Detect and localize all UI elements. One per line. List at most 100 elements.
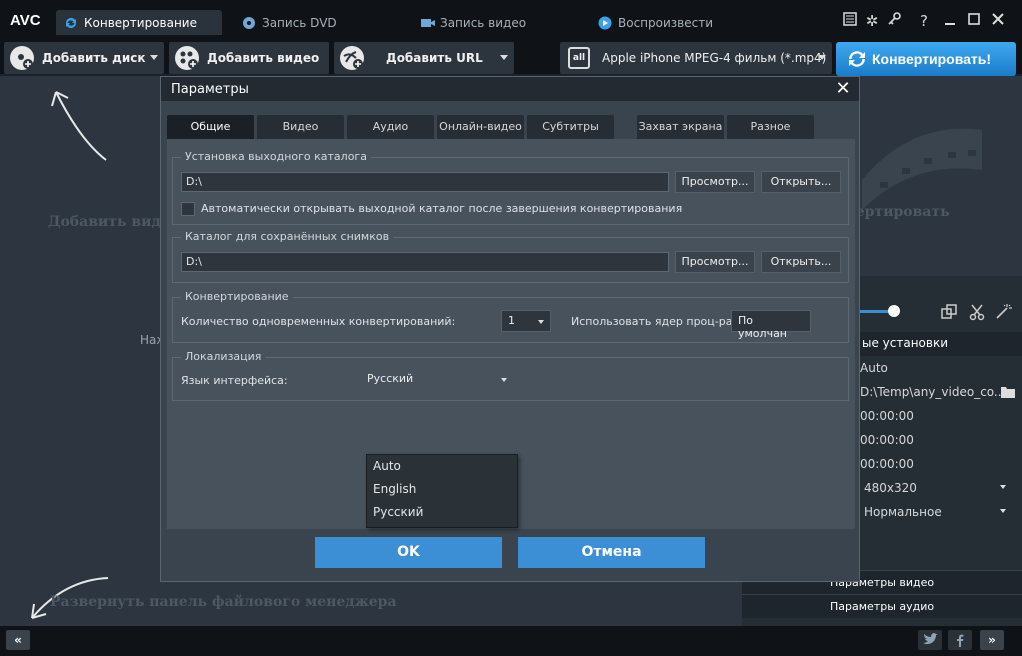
simultaneous-label: Количество одновременных конвертирований… <box>181 315 456 328</box>
snapshots-open-button[interactable]: Открыть... <box>761 251 841 273</box>
magic-wand-icon[interactable] <box>994 303 1012 321</box>
tab-video[interactable]: Видео <box>257 115 344 139</box>
tab-audio[interactable]: Аудио <box>347 115 434 139</box>
snapshots-dir-input[interactable]: D:\ <box>181 252 669 272</box>
facebook-icon[interactable] <box>948 630 972 650</box>
output-dir-input[interactable]: D:\ <box>181 172 669 192</box>
audio-params-section[interactable]: Параметры аудио <box>742 594 1022 618</box>
language-dropdown: Auto English Русский <box>366 454 518 528</box>
chevron-down-icon[interactable] <box>500 55 508 60</box>
settings-dialog: Параметры ✕ Общие Видео Аудио Онлайн-вид… <box>160 76 860 582</box>
cores-value: По умолчан <box>738 314 788 340</box>
settings-value: 480x320 <box>864 481 917 495</box>
maximize-icon[interactable] <box>964 11 984 31</box>
output-dir-group: Установка выходного каталога D:\ Просмот… <box>172 150 849 225</box>
convert-tab-icon <box>64 16 78 30</box>
language-option-auto[interactable]: Auto <box>367 455 517 478</box>
key-icon[interactable] <box>884 11 904 31</box>
language-option-english[interactable]: English <box>367 478 517 501</box>
language-label: Язык интерфейса: <box>181 374 288 387</box>
chevron-down-icon[interactable] <box>150 55 158 60</box>
profile-all-icon: all <box>568 47 590 69</box>
close-icon[interactable] <box>988 11 1008 31</box>
help-button[interactable]: ? <box>914 11 934 31</box>
tab-play[interactable]: Воспроизвести <box>590 10 760 35</box>
profile-label: Apple iPhone MPEG-4 фильм (*.mp4) <box>602 51 827 65</box>
settings-value: 00:00:00 <box>860 409 914 423</box>
copy-icon[interactable] <box>940 303 958 321</box>
conversion-title: Конвертирование <box>181 290 293 303</box>
chevron-down-icon <box>538 320 544 324</box>
scissors-icon[interactable] <box>968 303 986 321</box>
tab-dvd-burn[interactable]: Запись DVD <box>234 10 404 35</box>
add-video-button[interactable]: Добавить видео <box>169 42 329 74</box>
minimize-icon[interactable] <box>940 11 960 31</box>
play-icon <box>598 16 612 30</box>
cores-label: Использовать ядер проц-ра <box>571 315 733 328</box>
add-disc-button[interactable]: Добавить диск <box>4 42 164 74</box>
output-dir-title: Установка выходного каталога <box>181 150 371 163</box>
settings-value: 00:00:00 <box>860 433 914 447</box>
localization-group: Локализация Язык интерфейса: Русский <box>172 350 849 401</box>
chevron-down-icon[interactable] <box>1000 509 1006 513</box>
simultaneous-select[interactable]: 1 <box>501 310 551 332</box>
localization-title: Локализация <box>181 350 266 363</box>
add-url-icon <box>340 46 364 70</box>
profile-select[interactable]: all Apple iPhone MPEG-4 фильм (*.mp4) <box>560 42 832 74</box>
dialog-title: Параметры <box>161 77 859 101</box>
expand-right-button[interactable]: » <box>980 630 1004 650</box>
conversion-group: Конвертирование Количество одновременных… <box>172 290 849 343</box>
tab-play-label: Воспроизвести <box>618 15 713 30</box>
menu-list-icon[interactable] <box>840 11 860 31</box>
gear-icon[interactable]: ✲ <box>862 11 882 31</box>
tab-online-video[interactable]: Онлайн-видео <box>437 115 524 139</box>
snapshots-dir-group: Каталог для сохранённых снимков D:\ Прос… <box>172 230 849 283</box>
auto-open-checkbox[interactable] <box>181 202 195 216</box>
snapshots-dir-title: Каталог для сохранённых снимков <box>181 230 394 243</box>
cancel-button[interactable]: Отмена <box>518 537 705 568</box>
twitter-icon[interactable] <box>918 630 942 650</box>
language-select[interactable]: Русский <box>361 369 513 391</box>
add-video-hint: Добавить виде <box>48 214 170 230</box>
tab-record-video-label: Запись видео <box>440 15 527 30</box>
dialog-close-icon[interactable]: ✕ <box>833 78 853 100</box>
output-open-button[interactable]: Открыть... <box>761 171 841 193</box>
status-bar: « » <box>0 626 1022 656</box>
convert-label: Конвертировать! <box>872 51 992 67</box>
expand-file-manager-hint[interactable]: Развернуть панель файлового менеджера <box>50 594 397 610</box>
title-bar: AVC Конвертирование Запись DVD Запись ви… <box>0 0 1022 42</box>
chevron-down-icon <box>501 378 507 382</box>
convert-hint: вертировать <box>846 204 950 220</box>
settings-value: 00:00:00 <box>860 457 914 471</box>
add-video-icon <box>175 46 199 70</box>
add-video-label: Добавить видео <box>207 51 320 65</box>
language-option-russian[interactable]: Русский <box>367 501 517 524</box>
ok-button[interactable]: OK <box>315 537 502 568</box>
output-browse-button[interactable]: Просмотр... <box>675 171 755 193</box>
general-tab-content: Установка выходного каталога D:\ Просмот… <box>167 139 855 529</box>
convert-button[interactable]: Конвертировать! <box>836 42 1016 76</box>
add-url-button[interactable]: Добавить URL <box>334 42 514 74</box>
arrow-up-hint-icon <box>51 91 107 161</box>
add-disc-icon <box>10 46 34 70</box>
add-url-label: Добавить URL <box>386 51 483 65</box>
tab-dvd-burn-label: Запись DVD <box>262 15 337 30</box>
folder-open-icon[interactable] <box>1000 385 1016 399</box>
collapse-left-button[interactable]: « <box>6 630 30 650</box>
chevron-down-icon[interactable] <box>818 55 826 60</box>
tab-general[interactable]: Общие <box>167 115 254 139</box>
cores-select[interactable]: По умолчан <box>731 310 811 340</box>
language-value: Русский <box>367 372 414 385</box>
tab-misc[interactable]: Разное <box>727 115 814 139</box>
auto-open-label: Автоматически открывать выходной каталог… <box>201 202 683 215</box>
volume-slider-handle[interactable] <box>888 305 900 317</box>
snapshots-browse-button[interactable]: Просмотр... <box>675 251 755 273</box>
settings-value: Auto <box>860 361 888 375</box>
add-disc-label: Добавить диск <box>42 51 146 65</box>
tab-record-video[interactable]: Запись видео <box>412 10 582 35</box>
tab-subtitles[interactable]: Субтитры <box>527 115 614 139</box>
disc-icon <box>242 16 256 30</box>
chevron-down-icon[interactable] <box>1000 485 1006 489</box>
tab-convert[interactable]: Конвертирование <box>56 10 222 35</box>
tab-screen-capture[interactable]: Захват экрана <box>637 115 724 139</box>
